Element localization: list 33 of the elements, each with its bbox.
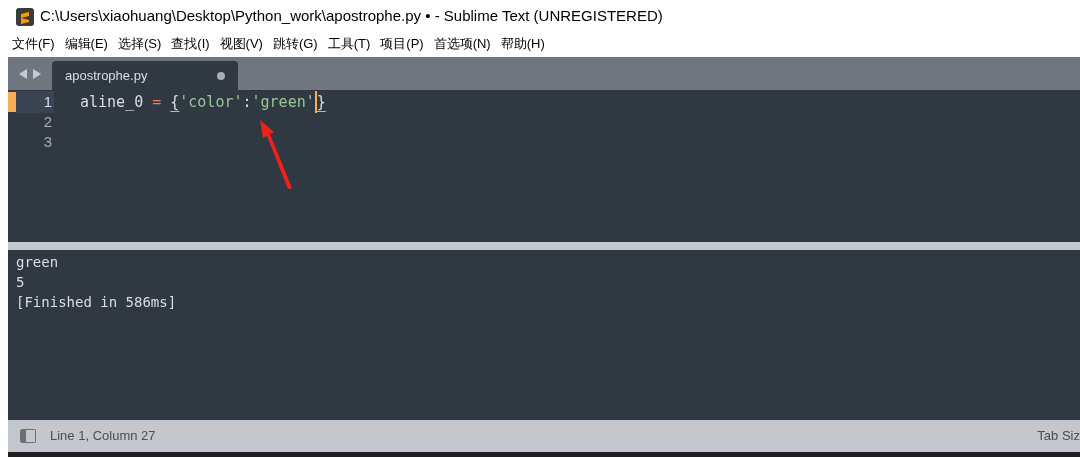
panel-toggle-icon[interactable] [20, 429, 36, 443]
menu-item[interactable]: 编辑(E) [64, 34, 108, 54]
line-number: 2 [42, 111, 53, 132]
back-icon[interactable] [18, 67, 28, 80]
tab-size[interactable]: Tab Siz [1037, 426, 1080, 446]
menu-item[interactable]: 工具(T) [327, 34, 371, 54]
menu-item[interactable]: 文件(F) [12, 34, 55, 54]
menu-item[interactable]: 视图(V) [219, 34, 263, 54]
code-editor[interactable]: 1 aline_0 = {'color':'green'} 2 3 [8, 90, 1080, 242]
code-token: 'green' [251, 91, 315, 113]
editor-tab[interactable]: apostrophe.py [52, 61, 238, 90]
line-number: 3 [42, 131, 53, 152]
code-token: { [170, 91, 180, 113]
cursor-position: Line 1, Column 27 [50, 427, 156, 446]
menu-item[interactable]: 查找(I) [171, 34, 210, 54]
output-line: [Finished in 586ms] [16, 293, 178, 312]
output-line: 5 [16, 273, 26, 292]
app-logo-icon [16, 7, 34, 26]
menu-item[interactable]: 帮助(H) [500, 34, 545, 54]
line-number: 1 [16, 90, 54, 114]
code-token: : [242, 91, 252, 113]
window-title: C:\Users\xiaohuang\Desktop\Python_work\apostrophe.py • - Sublime Text (UNREGISTERED) [40, 6, 663, 27]
code-token: 'color' [179, 91, 243, 113]
menu-item[interactable]: 首选项(N) [433, 34, 491, 54]
code-token: aline_0 [80, 91, 144, 113]
arrow-annotation [258, 118, 294, 190]
code-token: = [152, 91, 162, 113]
menu-item[interactable]: 选择(S) [117, 34, 162, 54]
output-line: green [16, 253, 60, 272]
menu-item[interactable]: 跳转(G) [272, 34, 318, 54]
code-token: } [314, 90, 326, 114]
menu-item[interactable]: 项目(P) [380, 34, 424, 54]
forward-icon[interactable] [32, 67, 42, 80]
